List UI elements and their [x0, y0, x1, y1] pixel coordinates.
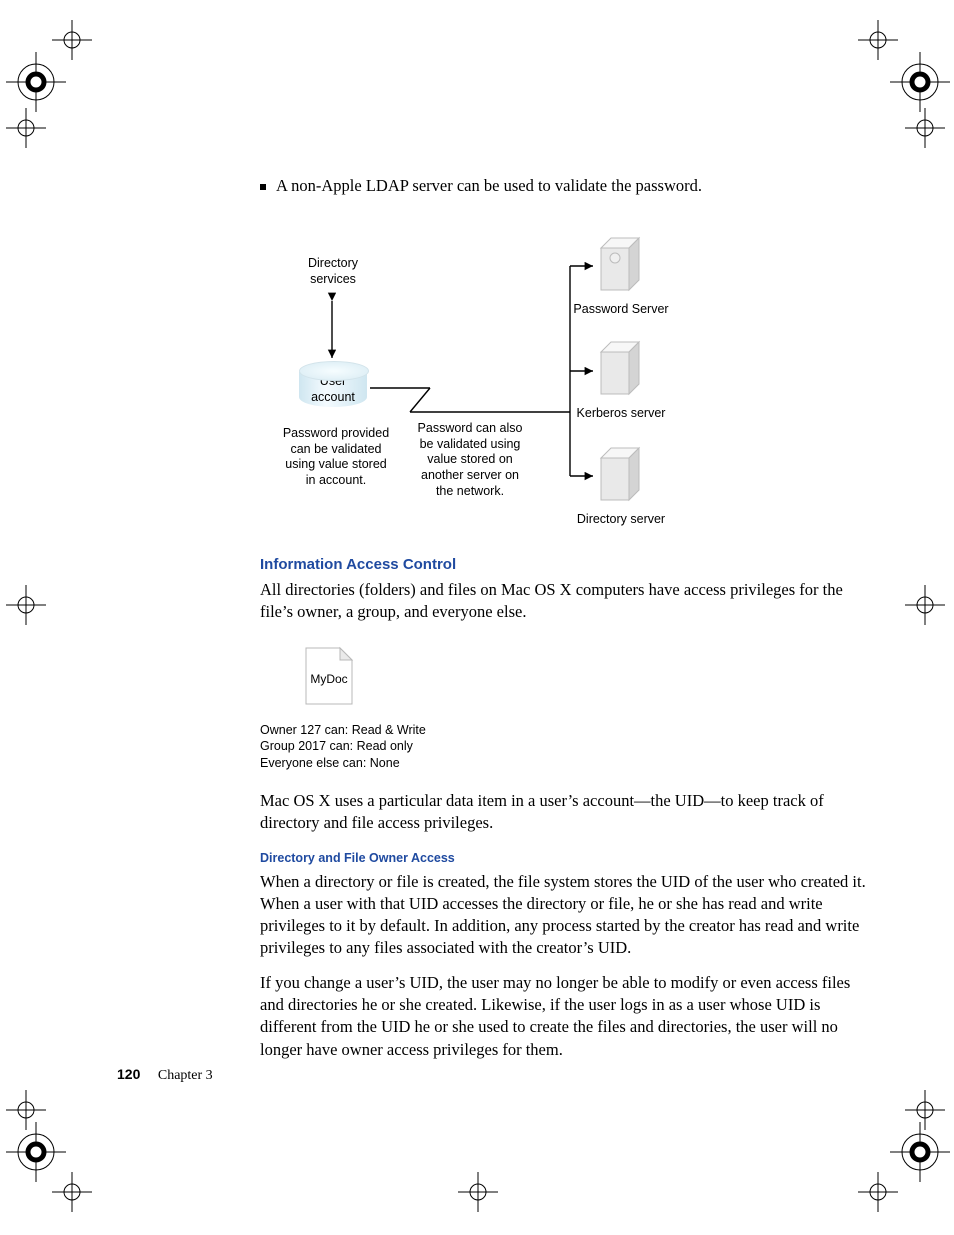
crossmark-icon	[52, 1172, 92, 1212]
caption-password-network: Password can alsobe validated usingvalue…	[405, 421, 535, 499]
crossmark-icon	[6, 108, 46, 148]
paragraph-info-access: All directories (folders) and files on M…	[260, 579, 870, 624]
crossmark-icon	[6, 1090, 46, 1130]
permissions-block: Owner 127 can: Read & Write Group 2017 c…	[260, 722, 870, 773]
perm-everyone: Everyone else can: None	[260, 755, 870, 772]
label-kerberos-server: Kerberos server	[571, 406, 671, 422]
bullet-item: A non-Apple LDAP server can be used to v…	[260, 176, 870, 196]
regmark-icon	[6, 52, 66, 112]
regmark-icon	[890, 1122, 950, 1182]
paragraph-owner-1: When a directory or file is created, the…	[260, 871, 870, 960]
chapter-label: Chapter 3	[158, 1068, 213, 1083]
perm-owner: Owner 127 can: Read & Write	[260, 722, 870, 739]
crossmark-icon	[858, 1172, 898, 1212]
password-server-icon	[595, 234, 643, 296]
crossmark-icon	[858, 20, 898, 60]
crossmark-icon	[905, 1090, 945, 1130]
crossmark-icon	[52, 20, 92, 60]
label-directory-server: Directory server	[571, 512, 671, 528]
crossmark-icon	[458, 1172, 498, 1212]
regmark-icon	[890, 52, 950, 112]
directory-server-icon	[595, 444, 643, 506]
perm-group: Group 2017 can: Read only	[260, 738, 870, 755]
label-password-server: Password Server	[571, 302, 671, 318]
paragraph-owner-2: If you change a user’s UID, the user may…	[260, 972, 870, 1061]
paragraph-uid: Mac OS X uses a particular data item in …	[260, 790, 870, 835]
page-content: A non-Apple LDAP server can be used to v…	[260, 176, 870, 1073]
page-footer: 120 Chapter 3	[117, 1066, 213, 1084]
label-directory-services: Directoryservices	[295, 256, 371, 287]
heading-owner-access: Directory and File Owner Access	[260, 851, 870, 865]
page-number: 120	[117, 1066, 140, 1082]
kerberos-server-icon	[595, 338, 643, 400]
crossmark-icon	[905, 108, 945, 148]
document-icon: MyDoc	[302, 644, 356, 708]
auth-diagram: Directoryservices Useraccount Password p…	[275, 226, 705, 536]
document-name: MyDoc	[302, 672, 356, 686]
bullet-square-icon	[260, 184, 266, 190]
heading-information-access-control: Information Access Control	[260, 556, 870, 573]
crossmark-icon	[6, 585, 46, 625]
caption-password-account: Password providedcan be validatedusing v…	[271, 426, 401, 489]
crossmark-icon	[905, 585, 945, 625]
bullet-text: A non-Apple LDAP server can be used to v…	[276, 176, 702, 196]
